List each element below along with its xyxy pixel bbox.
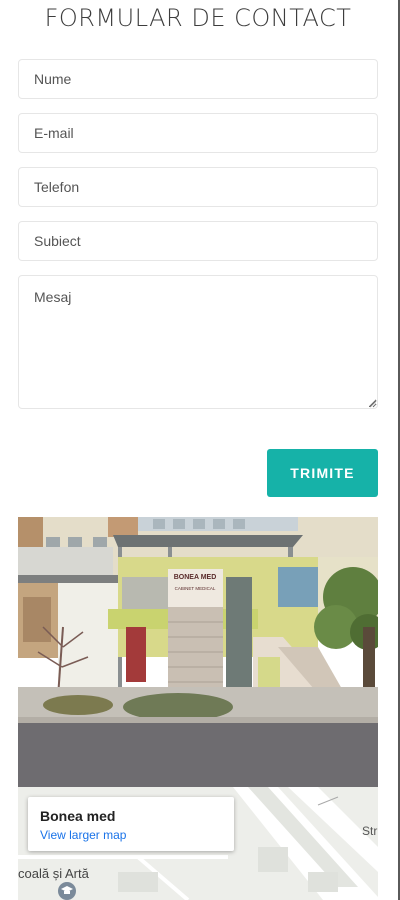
resize-handle-icon[interactable]: [369, 400, 377, 408]
school-icon[interactable]: [58, 882, 76, 900]
page-title: FORMULAR DE CONTACT: [44, 4, 352, 32]
building-photo: BONEA MED CABINET MEDICAL: [18, 517, 378, 787]
message-textarea[interactable]: [18, 275, 378, 409]
sign-title: BONEA MED: [174, 574, 217, 581]
map-school-label: coală și Artă: [18, 866, 89, 881]
map-street-label: Str: [362, 824, 378, 838]
subject-input[interactable]: [18, 221, 378, 261]
name-input[interactable]: [18, 59, 378, 99]
sign-subtitle: CABINET MEDICAL: [175, 586, 216, 591]
email-input[interactable]: [18, 113, 378, 153]
view-larger-map-link[interactable]: View larger map: [40, 828, 126, 842]
location-map[interactable]: Bonea med View larger map Str coală și A…: [18, 787, 378, 900]
map-place-name: Bonea med: [40, 808, 116, 824]
map-info-card: Bonea med View larger map: [28, 797, 234, 851]
submit-button[interactable]: TRIMITE: [267, 449, 378, 497]
phone-input[interactable]: [18, 167, 378, 207]
